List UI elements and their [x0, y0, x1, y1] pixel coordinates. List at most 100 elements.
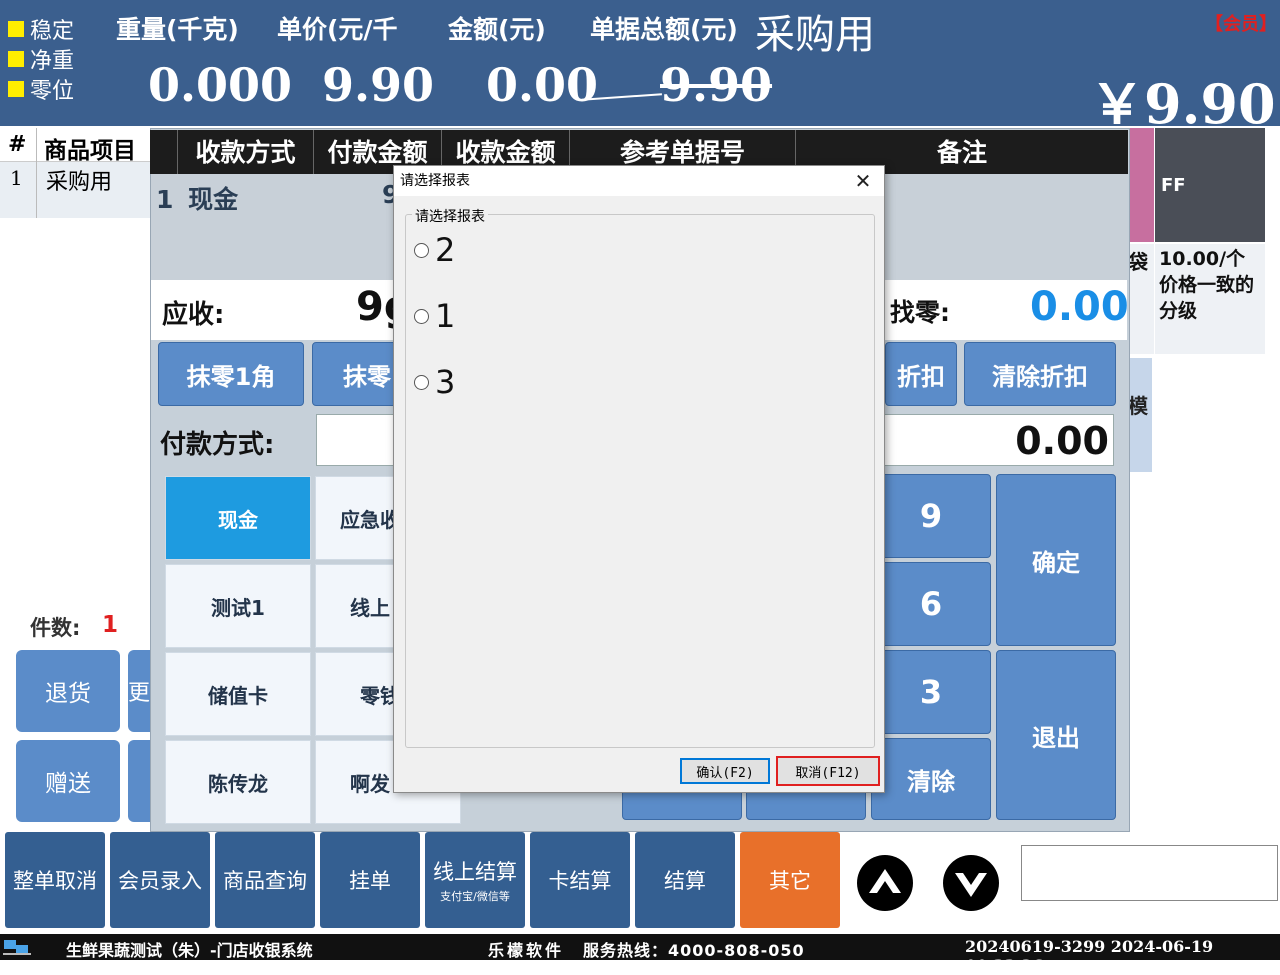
- scroll-down-button[interactable]: [943, 855, 999, 911]
- member-tag: 【会员】: [1205, 14, 1277, 35]
- doc-time: 20240619-3299 2024-06-19 11:33:26: [965, 937, 1214, 975]
- settle-button[interactable]: 结算: [635, 832, 735, 928]
- radio-icon: [414, 308, 429, 324]
- method-cash-tile[interactable]: 现金: [165, 476, 311, 560]
- items-table-header: # 商品项目: [0, 128, 150, 164]
- hold-order-button[interactable]: 挂单: [320, 832, 420, 928]
- top-header: 稳定 净重 零位 重量(千克) 单价(元/千 金额(元) 单据总额(元) 采购用…: [0, 0, 1280, 136]
- bag-fragment: 袋: [1128, 250, 1148, 274]
- key-clear[interactable]: 清除: [871, 738, 991, 820]
- key-9[interactable]: 9: [871, 474, 991, 558]
- other-button[interactable]: 其它: [740, 832, 840, 928]
- payment-row-no: 1: [156, 185, 174, 214]
- report-option-2[interactable]: 2: [414, 231, 455, 269]
- col-item: 商品项目: [44, 138, 136, 164]
- network-icon: [3, 940, 31, 955]
- online-settle-sub: 支付宝/微信等: [440, 890, 510, 903]
- report-group: 2 1 3: [405, 214, 875, 748]
- receivable-label: 应收:: [162, 300, 225, 330]
- status-bar: 生鲜果蔬测试（朱）-门店收银系统 乐檬软件 服务热线：4000-808-050 …: [0, 934, 1280, 975]
- col-divider: [36, 128, 37, 162]
- group-label: 请选择报表: [412, 206, 488, 226]
- radio-icon: [414, 374, 429, 390]
- price-grade: 分级: [1159, 300, 1198, 322]
- unit-price-label: 单价(元/千: [277, 15, 398, 44]
- method-stored-card-tile[interactable]: 储值卡: [165, 652, 311, 736]
- count-label: 件数:: [30, 616, 81, 640]
- zero-indicator-icon: [8, 81, 24, 97]
- row-name: 采购用: [46, 170, 113, 195]
- left-hidden-button[interactable]: [128, 740, 150, 822]
- confirm-key[interactable]: 确定: [996, 474, 1116, 646]
- purpose-label: 采购用: [755, 12, 875, 58]
- card-settle-button[interactable]: 卡结算: [530, 832, 630, 928]
- method-test1-tile[interactable]: 测试1: [165, 564, 311, 648]
- cancel-button[interactable]: 取消(F12): [776, 756, 880, 786]
- weight-label: 重量(千克): [116, 15, 239, 44]
- price-info: 10.00/个: [1159, 248, 1246, 270]
- round-1jiao-button[interactable]: 抹零1角: [158, 342, 304, 406]
- change-label: 找零:: [890, 298, 950, 327]
- row-no: 1: [10, 166, 23, 190]
- online-settle-button[interactable]: 线上结算支付宝/微信等: [425, 832, 525, 928]
- status-indicators: 稳定 净重 零位: [8, 14, 74, 104]
- total-value: 9.90: [660, 58, 773, 112]
- barcode-input[interactable]: [1021, 845, 1278, 901]
- hold-order-label: 挂单: [349, 869, 391, 893]
- cancel-order-label: 整单取消: [13, 869, 97, 893]
- bag-tile[interactable]: 袋: [1128, 244, 1154, 354]
- cancel-order-button[interactable]: 整单取消: [5, 832, 105, 928]
- total-label: 单据总额(元): [590, 15, 738, 44]
- method-person-tile[interactable]: 陈传龙: [165, 740, 311, 824]
- settle-label: 结算: [664, 869, 706, 893]
- member-entry-button[interactable]: 会员录入: [110, 832, 210, 928]
- store-name: 生鲜果蔬测试（朱）-门店收银系统: [66, 941, 313, 960]
- member-entry-label: 会员录入: [118, 869, 202, 893]
- option-label: 1: [435, 297, 456, 335]
- payment-row-method: 现金: [188, 185, 239, 214]
- dialog-title: 请选择报表: [394, 166, 884, 196]
- price-info-tile[interactable]: 10.00/个 价格一致的 分级: [1155, 244, 1265, 354]
- change-item-button[interactable]: 更: [128, 650, 150, 732]
- card-settle-label: 卡结算: [548, 869, 612, 893]
- gift-button[interactable]: 赠送: [16, 740, 120, 822]
- round-button-2[interactable]: 抹零: [312, 342, 402, 406]
- clear-discount-button[interactable]: 清除折扣: [964, 342, 1116, 406]
- exit-key[interactable]: 退出: [996, 650, 1116, 820]
- items-table-body: 1 采购用: [0, 162, 150, 218]
- report-select-dialog: 请选择报表 ✕ 2 1 3 请选择报表 确认(F2) 取消(F12): [393, 165, 885, 793]
- mold-tile[interactable]: 模: [1128, 358, 1152, 472]
- payment-row[interactable]: 1 现金: [156, 180, 238, 216]
- zero-label: 零位: [30, 79, 75, 104]
- key-3[interactable]: 3: [871, 650, 991, 734]
- other-label: 其它: [769, 869, 811, 893]
- net-indicator-icon: [8, 51, 24, 67]
- col-method: 收款方式: [178, 130, 314, 174]
- amount-value: 0.00: [486, 58, 599, 112]
- report-option-1[interactable]: 1: [414, 297, 455, 335]
- close-icon[interactable]: ✕: [848, 166, 878, 196]
- ff-tile[interactable]: FF: [1155, 128, 1265, 242]
- table-row[interactable]: 1 采购用: [0, 162, 150, 218]
- product-query-label: 商品查询: [223, 869, 307, 893]
- product-query-button[interactable]: 商品查询: [215, 832, 315, 928]
- report-option-3[interactable]: 3: [414, 363, 455, 401]
- mold-fragment: 模: [1128, 394, 1148, 418]
- ff-label: FF: [1161, 174, 1186, 196]
- confirm-button[interactable]: 确认(F2): [680, 758, 770, 784]
- price-note: 价格一致的: [1159, 274, 1255, 296]
- side-tile-pink[interactable]: [1128, 128, 1154, 242]
- stable-indicator-icon: [8, 21, 24, 37]
- discount-button[interactable]: 折扣: [885, 342, 957, 406]
- change-value: 0.00: [1030, 284, 1129, 330]
- col-spacer: [150, 130, 178, 174]
- unit-price-value: 9.90: [322, 58, 435, 112]
- count-value: 1: [102, 612, 119, 638]
- option-label: 2: [435, 231, 456, 269]
- key-6[interactable]: 6: [871, 562, 991, 646]
- online-settle-label: 线上结算: [433, 860, 517, 884]
- weight-value: 0.000: [148, 58, 293, 112]
- method-amount-field[interactable]: 0.00: [884, 414, 1114, 466]
- return-button[interactable]: 退货: [16, 650, 120, 732]
- scroll-up-button[interactable]: [857, 855, 913, 911]
